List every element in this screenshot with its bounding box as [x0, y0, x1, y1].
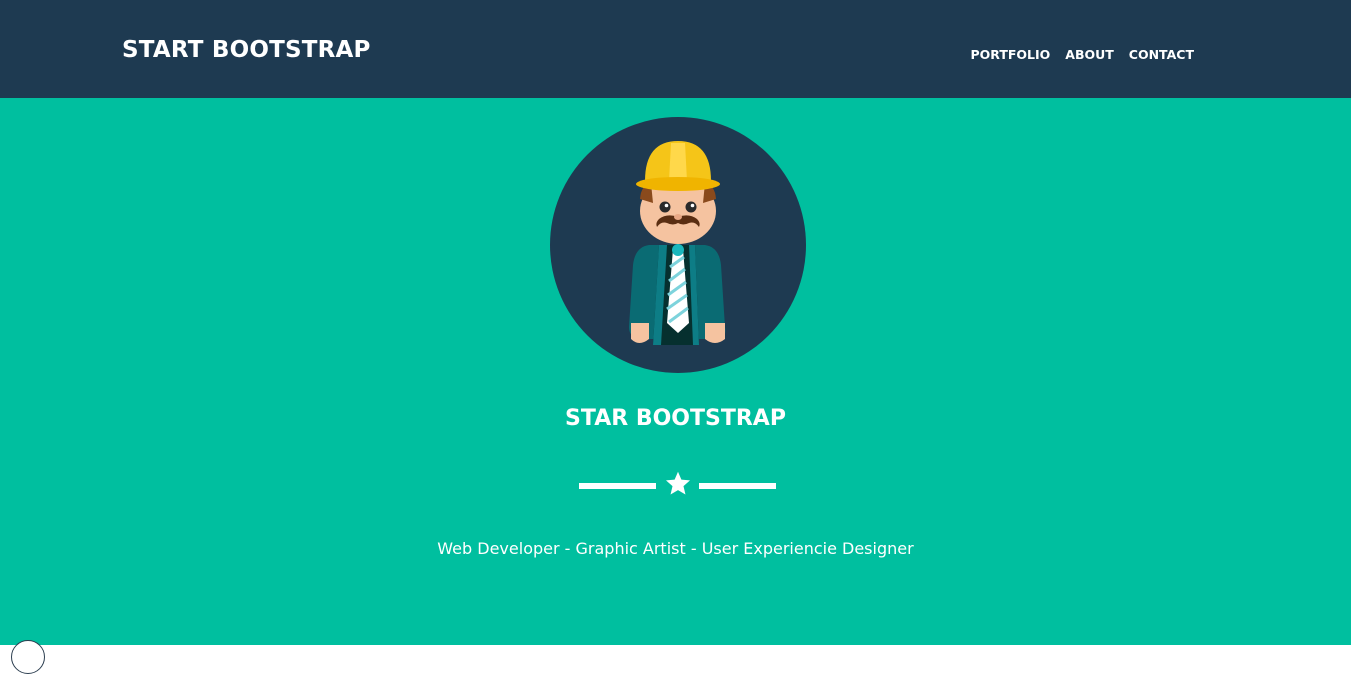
avatar-image	[550, 117, 806, 373]
navbar: START BOOTSTRAP PORTFOLIO ABOUT CONTACT	[0, 0, 1351, 98]
hero-section: STAR BOOTSTRAP Web Developer - Graphic A…	[0, 98, 1351, 645]
star-divider	[579, 470, 777, 500]
nav-item-about[interactable]: ABOUT	[1065, 47, 1114, 62]
nav-item-contact[interactable]: CONTACT	[1129, 47, 1194, 62]
brand-link[interactable]: START BOOTSTRAP	[122, 37, 371, 63]
divider-line-right	[699, 483, 776, 489]
divider-line-left	[579, 483, 656, 489]
scroll-top-button[interactable]	[11, 640, 45, 674]
hero-title: STAR BOOTSTRAP	[565, 406, 786, 431]
star-icon	[665, 471, 691, 495]
hero-skills: Web Developer - Graphic Artist - User Ex…	[437, 539, 914, 558]
nav-item-portfolio[interactable]: PORTFOLIO	[970, 47, 1050, 62]
nav-menu: PORTFOLIO ABOUT CONTACT	[970, 47, 1194, 62]
